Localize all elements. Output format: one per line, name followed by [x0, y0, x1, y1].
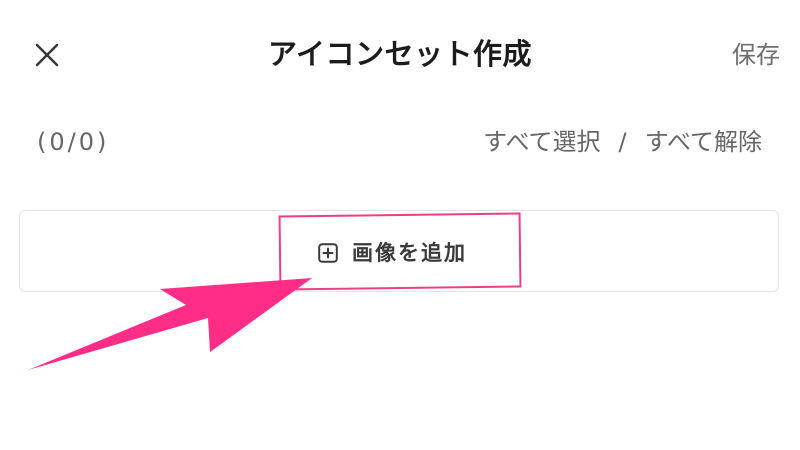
selection-count: (0/0) — [37, 128, 110, 156]
deselect-all-link[interactable]: すべて解除 — [645, 124, 762, 160]
selection-actions: すべて選択 / すべて解除 — [483, 124, 762, 160]
plus-square-icon — [318, 243, 338, 263]
page-title: アイコンセット作成 — [267, 37, 533, 71]
separator: / — [618, 128, 627, 156]
save-button[interactable]: 保存 — [732, 37, 780, 73]
select-all-link[interactable]: すべて選択 — [483, 124, 600, 160]
add-image-label: 画像を追加 — [352, 241, 467, 265]
header-bar: アイコンセット作成 保存 — [0, 0, 800, 110]
add-image-button[interactable]: 画像を追加 — [318, 240, 467, 266]
